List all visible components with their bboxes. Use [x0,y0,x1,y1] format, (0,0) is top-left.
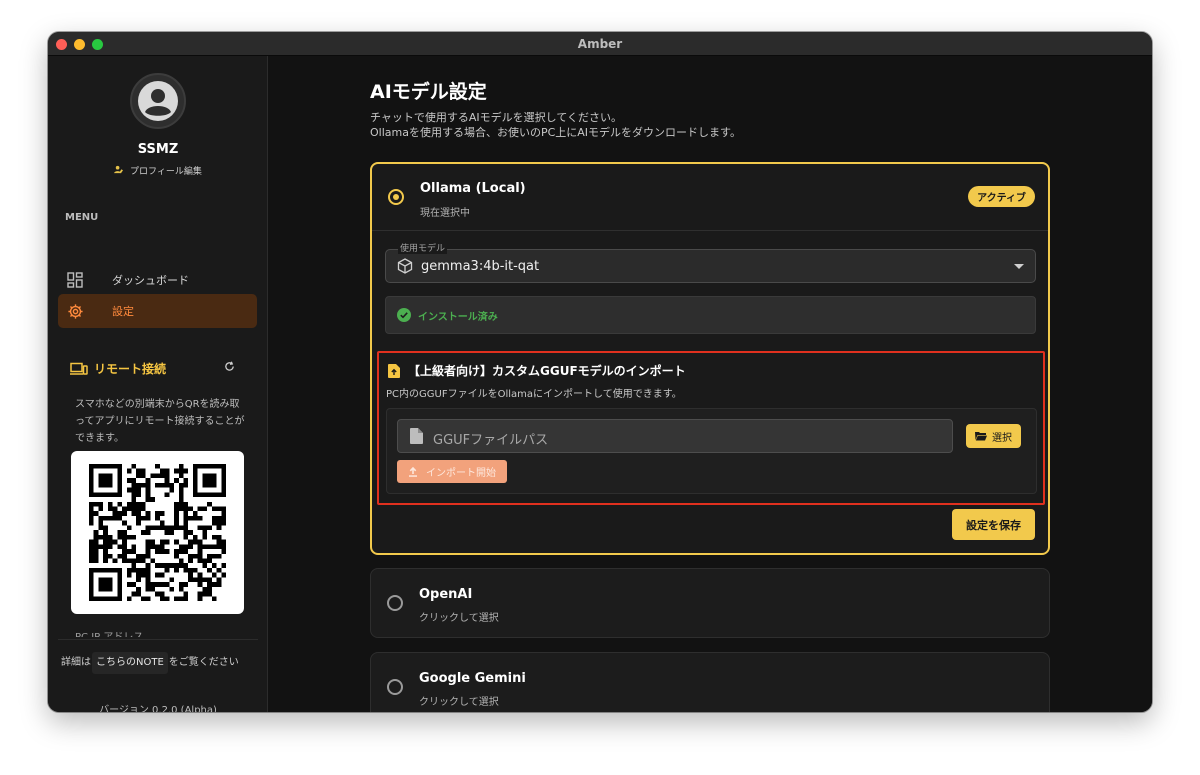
file-upload-icon [388,363,400,378]
card-divider [372,230,1048,231]
start-import-label: インポート開始 [426,468,496,479]
sidebar-item-settings[interactable]: 設定 [58,294,257,328]
gguf-import-section: 【上級者向け】カスタムGGUFモデルのインポート PC内のGGUFファイルをOl… [377,351,1045,505]
main-content: AIモデル設定 チャットで使用するAIモデルを選択してください。 Ollamaを… [269,56,1152,712]
provider-card-ollama[interactable]: Ollama (Local) 現在選択中 アクティブ 使用モデル gemma3:… [370,162,1050,555]
installed-text: インストール済み [418,311,498,323]
window-title: Amber [577,37,623,51]
import-title-text: 【上級者向け】カスタムGGUFモデルのインポート [408,364,686,378]
model-select[interactable]: 使用モデル gemma3:4b-it-qat [385,241,1036,283]
details-prefix: 詳細は [61,657,91,668]
provider-name: Google Gemini [419,671,526,686]
model-select-value: gemma3:4b-it-qat [421,259,540,274]
page-description: チャットで使用するAIモデルを選択してください。 Ollamaを使用する場合、お… [370,110,741,140]
qr-code [71,451,244,614]
provider-card-gemini[interactable]: Google Gemini クリックして選択 [370,652,1050,712]
details-suffix: をご覧ください [168,657,239,668]
refresh-icon[interactable] [224,361,235,375]
remote-connection-title: リモート接続 [94,362,167,376]
provider-card-openai[interactable]: OpenAI クリックして選択 [370,568,1050,638]
version-text: バージョン 0.2.0 (Alpha) [99,705,217,712]
sidebar-item-label: 設定 [112,305,134,318]
choose-file-button[interactable]: 選択 [966,424,1021,448]
sidebar-divider [58,639,258,640]
provider-name: Ollama (Local) [420,181,526,196]
folder-open-icon [975,431,987,441]
page-description-line: チャットで使用するAIモデルを選択してください。 [370,111,622,124]
import-panel: GGUFファイルパス 選択 インポート開始 [386,408,1037,494]
avatar[interactable] [130,73,186,129]
user-icon [138,81,178,121]
qr-code-image [89,464,226,601]
cube-icon [397,258,413,278]
choose-file-label: 選択 [992,432,1012,444]
devices-icon [70,362,88,376]
radio-ollama[interactable] [388,189,404,205]
page-description-line: Ollamaを使用する場合、お使いのPC上にAIモデルをダウンロードします。 [370,126,741,139]
sidebar-item-dashboard[interactable]: ダッシュボード [58,263,257,297]
active-badge: アクティブ [968,186,1035,207]
start-import-button[interactable]: インポート開始 [397,460,507,483]
provider-name: OpenAI [419,587,473,602]
upload-icon [408,466,418,477]
remote-connection-heading: リモート接続 [70,360,166,377]
provider-status: クリックして選択 [419,613,499,624]
edit-profile-icon [114,165,126,177]
import-title: 【上級者向け】カスタムGGUFモデルのインポート [388,362,686,379]
radio-openai[interactable] [387,595,403,611]
username: SSMZ [137,142,179,157]
profile-edit-label: プロフィール編集 [130,167,202,177]
page-title: AIモデル設定 [370,81,487,103]
title-bar: Amber [48,32,1152,56]
radio-gemini[interactable] [387,679,403,695]
gguf-path-placeholder: GGUFファイルパス [433,433,549,448]
menu-heading: MENU [65,212,99,223]
app-window: Amber SSMZ プロフィール編集 MENU ダッシュボード 設定 リモート… [48,32,1152,712]
gear-icon [66,302,84,320]
dashboard-icon [66,271,84,289]
remote-connection-description: スマホなどの別端末からQRを読み取ってアプリにリモート接続することができます。 [75,399,245,444]
file-icon [410,428,423,444]
import-description: PC内のGGUFファイルをOllamaにインポートして使用できます。 [386,389,682,400]
sidebar-item-label: ダッシュボード [112,274,189,287]
note-link[interactable]: こちらのNOTE [92,652,168,674]
check-circle-icon [397,308,411,322]
gguf-path-input[interactable]: GGUFファイルパス [397,419,953,453]
chevron-down-icon [1014,264,1024,269]
installed-status: インストール済み [385,296,1036,334]
provider-status: クリックして選択 [419,697,499,708]
provider-status: 現在選択中 [420,208,470,219]
pc-ip-label: PC IP アドレス [75,628,143,637]
model-select-label: 使用モデル [398,241,448,254]
details-text: 詳細は こちらのNOTE をご覧ください [61,652,257,674]
sidebar: SSMZ プロフィール編集 MENU ダッシュボード 設定 リモート接続 スマホ… [48,56,268,712]
save-settings-button[interactable]: 設定を保存 [952,509,1035,540]
profile-edit-link[interactable]: プロフィール編集 [48,164,268,177]
